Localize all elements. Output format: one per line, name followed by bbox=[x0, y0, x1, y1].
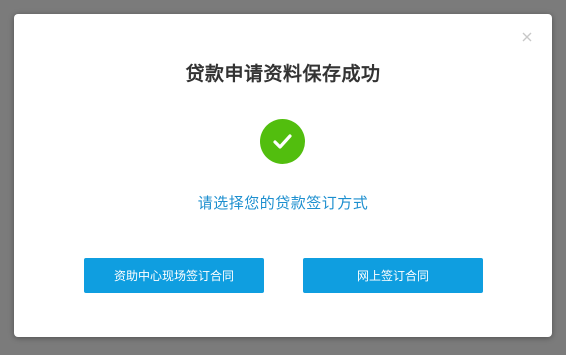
dialog-title: 贷款申请资料保存成功 bbox=[185, 63, 381, 85]
close-button[interactable] bbox=[520, 30, 534, 44]
online-sign-button[interactable]: 网上签订合同 bbox=[303, 258, 483, 293]
dialog-subtitle: 请选择您的贷款签订方式 bbox=[197, 194, 369, 212]
check-circle-icon bbox=[260, 119, 305, 164]
success-dialog: 贷款申请资料保存成功 请选择您的贷款签订方式 资助中心现场签订合同 网上签订合同 bbox=[14, 14, 552, 337]
center-sign-button[interactable]: 资助中心现场签订合同 bbox=[84, 258, 264, 293]
close-icon bbox=[520, 30, 534, 44]
